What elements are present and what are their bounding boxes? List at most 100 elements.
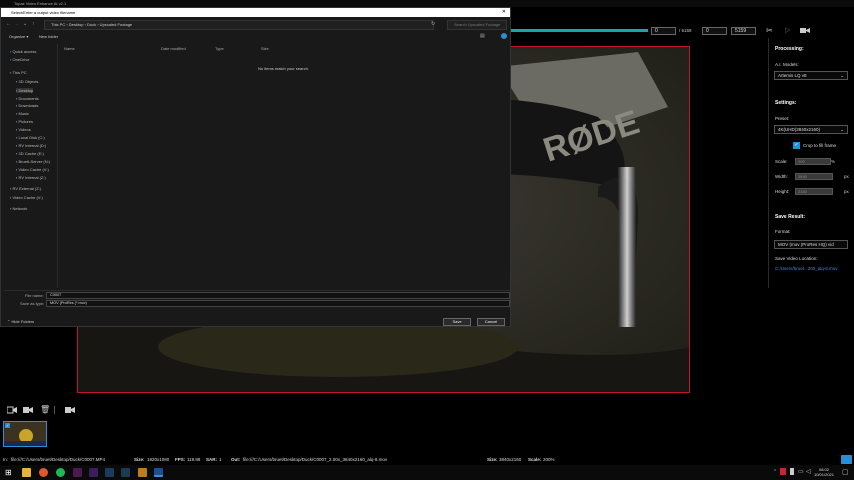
in-size-label: Size: xyxy=(134,457,145,462)
thumbnail-checkbox[interactable]: ✓ xyxy=(5,423,10,428)
cancel-button[interactable]: Cancel xyxy=(477,318,505,326)
ai-model-select[interactable]: Artemis LQ v8 ⌄ xyxy=(774,71,848,80)
status-bar: In: file:///C:/Users/bruet/Desktop/Duck/… xyxy=(0,455,854,464)
nav-item[interactable]: ▪ Video Cache (V:) xyxy=(10,195,43,200)
nav-item-label: Video Cache (V:) xyxy=(12,195,43,200)
refresh-icon[interactable]: ↻ xyxy=(431,21,435,27)
scale-label: Scale: xyxy=(775,159,788,164)
address-bar[interactable]: This PC › Desktop › Duck › Upscaled Foot… xyxy=(44,20,434,30)
play-icon[interactable]: ▷ xyxy=(785,26,790,34)
in-path: file:///C:/Users/bruet/Desktop/Duck/C000… xyxy=(11,457,106,462)
organize-button[interactable]: Organize ▾ xyxy=(9,34,28,39)
nav-item[interactable]: ▪ Desktop xyxy=(16,88,34,93)
firefox-icon[interactable] xyxy=(39,468,48,477)
network-icon[interactable]: ▭ xyxy=(798,468,804,475)
frame-current-field[interactable]: 0 xyxy=(702,27,727,35)
search-placeholder: Search Upscaled Footage xyxy=(454,22,501,27)
tray-chevron-icon[interactable]: ⌃ xyxy=(773,469,777,475)
video-settings-icon[interactable] xyxy=(23,406,33,414)
new-folder-button[interactable]: New folder xyxy=(39,34,58,39)
nav-item[interactable]: ▪ Video Cache (V:) xyxy=(16,167,49,172)
col-header-type[interactable]: Type xyxy=(215,46,224,51)
scale-input[interactable]: 200 xyxy=(795,158,831,165)
media-encoder-icon[interactable] xyxy=(121,468,130,477)
camera-icon[interactable] xyxy=(65,406,75,414)
sar-value: 1 xyxy=(219,457,222,462)
col-header-name[interactable]: Name xyxy=(64,46,75,51)
save-type-select[interactable]: MOV (ProRes (*.mov) xyxy=(46,300,510,307)
forward-icon[interactable]: → xyxy=(14,21,19,27)
preset-select[interactable]: 4K(UHD(3840x2160) ⌄ xyxy=(774,125,848,134)
recent-chevron-icon[interactable]: ⌄ xyxy=(23,21,27,27)
nav-item[interactable]: ▪ RV External (Z:) xyxy=(10,186,41,191)
nav-item[interactable]: ▪ RV Internal (D:) xyxy=(16,143,46,148)
trash-icon[interactable]: 🗑 xyxy=(40,405,50,414)
view-options-icon[interactable]: ▤ xyxy=(480,33,485,39)
nav-item[interactable]: ▪ Videos xyxy=(16,127,31,132)
premiere-icon[interactable] xyxy=(73,468,82,477)
timeline-progress[interactable] xyxy=(510,29,648,32)
nav-item-label: Bruett-Server (N:) xyxy=(18,159,51,164)
windows-start-icon[interactable]: ⊞ xyxy=(5,468,14,477)
out-label: Out: xyxy=(231,457,241,462)
back-icon[interactable]: ← xyxy=(6,21,11,27)
nav-item[interactable]: ▪ Pictures xyxy=(16,119,33,124)
after-effects-icon[interactable] xyxy=(89,468,98,477)
up-folder-icon[interactable]: ↑ xyxy=(32,21,35,27)
format-select[interactable]: MOV (mov (ProRes HQ) vid xyxy=(774,240,848,249)
notification-icon[interactable] xyxy=(841,455,852,464)
width-input[interactable]: 3840 xyxy=(795,173,833,180)
nav-item[interactable]: ▪ Downloads xyxy=(16,103,38,108)
empty-message: No items match your search. xyxy=(258,66,309,71)
ai-models-label: A.I. Models: xyxy=(775,62,799,67)
frame-end-field[interactable]: 5159 xyxy=(731,27,756,35)
file-name-input[interactable]: C0007 xyxy=(46,292,510,299)
add-video-icon[interactable] xyxy=(6,406,17,414)
clock[interactable]: 08:02 10/01/2021 xyxy=(812,467,836,477)
photoshop-icon[interactable] xyxy=(105,468,114,477)
hide-folders-toggle[interactable]: ⌃ Hide Folders xyxy=(7,319,34,324)
nav-item[interactable]: ▪ 3D Objects xyxy=(16,79,38,84)
app-icon[interactable] xyxy=(138,468,147,477)
save-location-link[interactable]: C:/Users/bruet...200_alq-8.mov xyxy=(775,266,838,271)
nav-item[interactable]: ▪ Local Disk (C:) xyxy=(16,135,45,140)
nav-item[interactable]: ▪ Music xyxy=(16,111,29,116)
search-input[interactable]: Search Upscaled Footage xyxy=(447,20,507,30)
height-input[interactable]: 2160 xyxy=(795,188,833,195)
spotify-icon[interactable] xyxy=(56,468,65,477)
col-header-size[interactable]: Size xyxy=(261,46,269,51)
volume-icon[interactable]: ◁ xyxy=(806,468,811,475)
save-button[interactable]: Save xyxy=(443,318,471,326)
action-center-icon[interactable]: ▢ xyxy=(842,468,849,476)
nav-item-label: Video Cache (V:) xyxy=(18,167,49,172)
video-thumbnail[interactable]: ✓ xyxy=(3,421,47,447)
frame-start-field[interactable]: 0 xyxy=(651,27,676,35)
nav-item-label: Documents xyxy=(18,96,39,101)
col-header-date[interactable]: Date modified xyxy=(161,46,186,51)
nav-item[interactable]: ▪ Network xyxy=(10,206,27,211)
nav-item[interactable]: ▪ 3D Cache (E:) xyxy=(16,151,44,156)
help-icon[interactable] xyxy=(501,33,507,39)
save-result-title: Save Result: xyxy=(775,214,806,220)
nav-item[interactable]: ▪ Documents xyxy=(16,96,39,101)
clock-date: 10/01/2021 xyxy=(813,472,835,477)
camera-icon[interactable] xyxy=(800,27,810,34)
nav-item-label: Desktop xyxy=(18,88,34,93)
nav-item[interactable]: ▪ Bruett-Server (N:) xyxy=(16,159,50,164)
close-icon[interactable]: ✕ xyxy=(502,8,506,17)
scissors-icon[interactable]: ✂ xyxy=(766,26,773,35)
out-scale-value: 200% xyxy=(543,457,555,462)
topaz-app-icon[interactable] xyxy=(154,468,163,477)
nav-item[interactable]: ▪ RV Internal (Z:) xyxy=(16,175,46,180)
width-unit: px xyxy=(844,174,849,179)
file-explorer-icon[interactable] xyxy=(22,468,31,477)
out-scale-label: Scale: xyxy=(528,457,542,462)
nav-item-label: RV Internal (D:) xyxy=(18,143,47,148)
crop-checkbox[interactable]: ✓ xyxy=(793,142,800,149)
nav-item[interactable]: ▪ Quick access xyxy=(10,49,36,54)
tray-app-icon[interactable] xyxy=(780,468,786,475)
nav-item[interactable]: ▪ This PC xyxy=(10,70,27,75)
fps-value: 119.88 xyxy=(187,457,201,462)
chevron-up-icon: ⌃ xyxy=(7,319,11,324)
nav-item[interactable]: ▪ OneDrive xyxy=(10,57,29,62)
